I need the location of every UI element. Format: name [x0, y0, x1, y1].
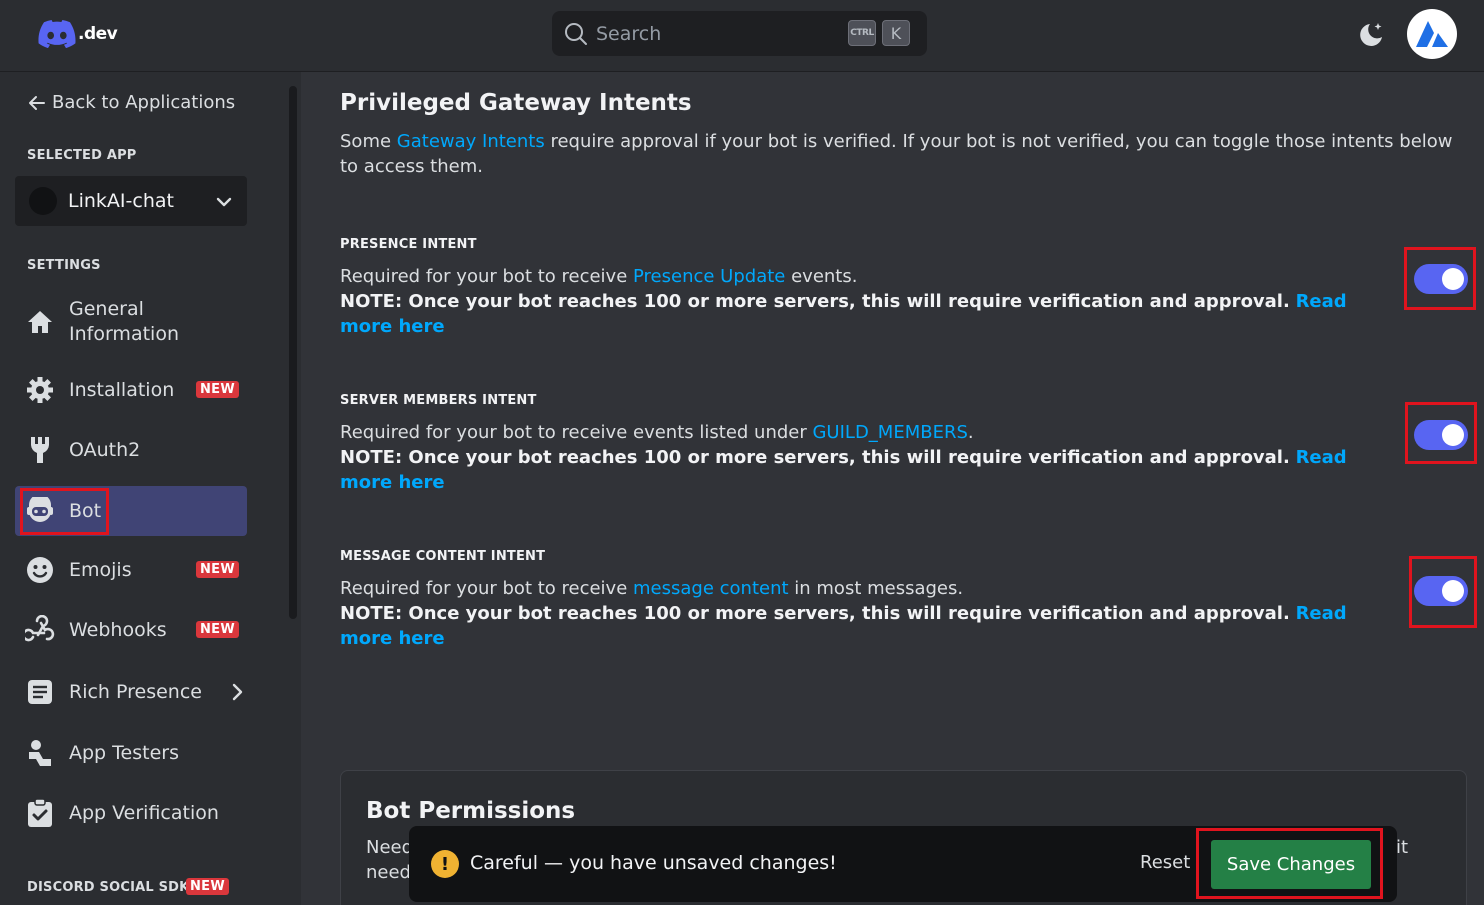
presence-intent-label: PRESENCE INTENT — [340, 237, 477, 252]
message-content-intent-label: MESSAGE CONTENT INTENT — [340, 549, 546, 564]
permissions-text: it — [1396, 837, 1409, 858]
desc-text: Some — [340, 131, 397, 152]
app-selector-dropdown[interactable]: LinkAI-chat — [15, 176, 247, 226]
avatar-logo-icon — [1416, 21, 1448, 47]
toggle-highlight-box — [1409, 556, 1477, 628]
sidebar-item-label: OAuth2 — [69, 438, 141, 461]
unsaved-changes-message: Careful — you have unsaved changes! — [470, 852, 837, 874]
theme-toggle-moon-icon[interactable] — [1356, 20, 1386, 54]
wrench-icon — [25, 435, 55, 465]
back-label: Back to Applications — [52, 92, 236, 113]
guild-members-link[interactable]: GUILD_MEMBERS — [812, 422, 967, 443]
search-input[interactable]: Search CTRL K — [552, 11, 927, 56]
bot-highlight-box — [20, 488, 109, 535]
user-icon — [25, 738, 55, 768]
k-key-hint: K — [882, 20, 910, 46]
user-avatar[interactable] — [1407, 9, 1457, 59]
intent-text: Required for your bot to receive events … — [340, 422, 813, 443]
sidebar-scrollbar[interactable] — [289, 86, 297, 619]
new-badge: NEW — [186, 878, 229, 895]
toggle-highlight-box — [1405, 402, 1477, 464]
sidebar-item-label: App Verification — [69, 801, 219, 824]
intent-text: . — [967, 422, 974, 443]
webhook-icon — [25, 615, 55, 645]
sidebar-item-oauth2[interactable]: OAuth2 — [15, 425, 247, 475]
arrow-left-icon — [29, 95, 45, 110]
chevron-down-icon — [216, 197, 232, 207]
top-bar: .dev Search CTRL K — [0, 0, 1484, 72]
intent-note: NOTE: Once your bot reaches 100 or more … — [340, 291, 1290, 312]
document-icon — [25, 677, 55, 707]
back-to-applications-link[interactable]: Back to Applications — [28, 92, 235, 113]
settings-heading: SETTINGS — [27, 258, 101, 273]
message-content-intent-description: Required for your bot to receive message… — [340, 576, 1390, 651]
permissions-text: Need — [366, 837, 414, 858]
emoji-icon — [25, 555, 55, 585]
warning-icon: ! — [431, 850, 459, 878]
save-highlight-box — [1196, 828, 1383, 899]
sidebar-item-label: Webhooks — [69, 618, 167, 641]
logo-text: .dev — [78, 24, 118, 44]
intent-text: in most messages. — [788, 578, 964, 599]
presence-intent-description: Required for your bot to receive Presenc… — [340, 264, 1390, 339]
page-title: Privileged Gateway Intents — [340, 90, 692, 116]
sidebar-item-app-testers[interactable]: App Testers — [15, 728, 247, 778]
gear-icon — [25, 375, 55, 405]
ctrl-key-hint: CTRL — [848, 20, 876, 46]
selected-app-heading: SELECTED APP — [27, 148, 137, 163]
server-members-intent-description: Required for your bot to receive events … — [340, 420, 1390, 495]
home-icon — [25, 307, 55, 337]
server-members-intent-label: SERVER MEMBERS INTENT — [340, 393, 537, 408]
intent-note: NOTE: Once your bot reaches 100 or more … — [340, 447, 1290, 468]
new-badge: NEW — [196, 621, 239, 638]
sidebar-item-app-verification[interactable]: App Verification — [15, 788, 247, 838]
discord-dev-logo[interactable]: .dev — [38, 20, 118, 48]
intent-text: Required for your bot to receive — [340, 266, 634, 287]
presence-update-link[interactable]: Presence Update — [633, 266, 785, 287]
intent-text: events. — [785, 266, 858, 287]
sidebar-item-label: App Testers — [69, 741, 179, 764]
bot-permissions-title: Bot Permissions — [366, 798, 576, 824]
sidebar-item-label: General Information — [69, 298, 179, 345]
app-avatar — [29, 187, 57, 215]
intent-text: Required for your bot to receive — [340, 578, 634, 599]
message-content-link[interactable]: message content — [633, 578, 789, 599]
clipboard-check-icon — [25, 798, 55, 828]
sidebar-item-label: Installation — [69, 378, 175, 401]
search-placeholder: Search — [596, 22, 662, 45]
discord-social-sdk-heading: DISCORD SOCIAL SDK — [27, 880, 190, 895]
sidebar-item-label: Rich Presence — [69, 680, 202, 703]
discord-logo-icon — [38, 20, 76, 48]
intents-description: Some Gateway Intents require approval if… — [340, 129, 1460, 179]
gateway-intents-link[interactable]: Gateway Intents — [397, 131, 545, 152]
sidebar-item-general-information[interactable]: General Information — [15, 295, 247, 349]
reset-button[interactable]: Reset — [1140, 852, 1190, 873]
sidebar-item-rich-presence[interactable]: Rich Presence — [15, 667, 247, 717]
permissions-text: need — [366, 862, 411, 883]
new-badge: NEW — [196, 381, 239, 398]
search-icon — [565, 22, 587, 45]
intent-note: NOTE: Once your bot reaches 100 or more … — [340, 603, 1290, 624]
new-badge: NEW — [196, 561, 239, 578]
sidebar-item-label: Emojis — [69, 558, 132, 581]
selected-app-name: LinkAI-chat — [68, 190, 174, 212]
chevron-right-icon — [232, 683, 243, 701]
toggle-highlight-box — [1404, 247, 1476, 310]
